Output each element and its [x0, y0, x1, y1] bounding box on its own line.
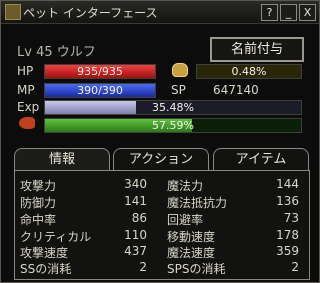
tab-action[interactable]: アクション — [113, 148, 209, 171]
stat-value: 340 — [124, 177, 147, 191]
window-title: ペット インターフェース — [23, 6, 158, 20]
stat-value: 86 — [131, 211, 147, 225]
stat-label: SPSの消耗 — [167, 262, 226, 276]
stat-value: 2 — [139, 260, 147, 274]
satiety-value: 57.59% — [152, 119, 194, 132]
exp-label: Exp — [17, 100, 40, 114]
stat-label: 攻撃速度 — [20, 246, 69, 260]
sp-label: SP — [171, 83, 186, 97]
pet-icon — [5, 4, 21, 20]
stat-value: 178 — [276, 228, 299, 242]
stat-label: 魔法速度 — [167, 246, 216, 260]
stat-label: 魔法抵抗力 — [167, 196, 228, 210]
moneybag-icon — [172, 63, 188, 77]
gold-value: 0.48% — [231, 65, 267, 78]
help-button[interactable]: ? — [261, 4, 278, 21]
stat-label: 命中率 — [20, 213, 57, 227]
fish-icon — [19, 117, 35, 129]
gold-bar: 0.48% — [196, 64, 302, 79]
stat-label: 魔法力 — [167, 179, 204, 193]
title-bar[interactable]: ペット インターフェース ? _ X — [1, 1, 319, 24]
stat-label: 防御力 — [20, 196, 57, 210]
pet-level-name: Lv 45 ウルフ — [17, 45, 96, 60]
exp-bar: 35.48% — [44, 100, 302, 115]
tab-info[interactable]: 情報 — [14, 148, 110, 171]
name-assign-button[interactable]: 名前付与 — [210, 37, 304, 62]
stat-value: 437 — [124, 244, 147, 258]
minimize-button[interactable]: _ — [280, 4, 297, 21]
mp-value: 390/390 — [77, 84, 123, 97]
hp-bar: 935/935 — [44, 64, 156, 79]
stat-value: 2 — [291, 260, 299, 274]
stat-value: 136 — [276, 194, 299, 208]
stats-panel: 攻撃力 340 防御力 141 命中率 86 クリティカル 110 攻撃速度 4… — [14, 170, 310, 280]
stat-label: 回避率 — [167, 213, 204, 227]
close-button[interactable]: X — [299, 4, 316, 21]
hp-value: 935/935 — [77, 65, 123, 78]
sp-value: 647140 — [213, 83, 259, 97]
stat-value: 141 — [124, 194, 147, 208]
hp-label: HP — [17, 64, 34, 78]
stat-label: クリティカル — [20, 230, 92, 244]
mp-bar: 390/390 — [44, 83, 156, 98]
stat-label: 攻撃力 — [20, 179, 57, 193]
pet-interface-window: ペット インターフェース ? _ X Lv 45 ウルフ 名前付与 HP 935… — [0, 0, 320, 283]
tab-item[interactable]: アイテム — [213, 148, 309, 171]
stat-value: 73 — [283, 211, 299, 225]
stat-label: SSの消耗 — [20, 262, 72, 276]
stat-value: 110 — [124, 228, 147, 242]
stat-value: 144 — [276, 177, 299, 191]
mp-label: MP — [17, 83, 35, 97]
stat-label: 移動速度 — [167, 230, 216, 244]
stat-value: 359 — [276, 244, 299, 258]
satiety-bar: 57.59% — [44, 118, 302, 133]
exp-value: 35.48% — [152, 101, 194, 114]
